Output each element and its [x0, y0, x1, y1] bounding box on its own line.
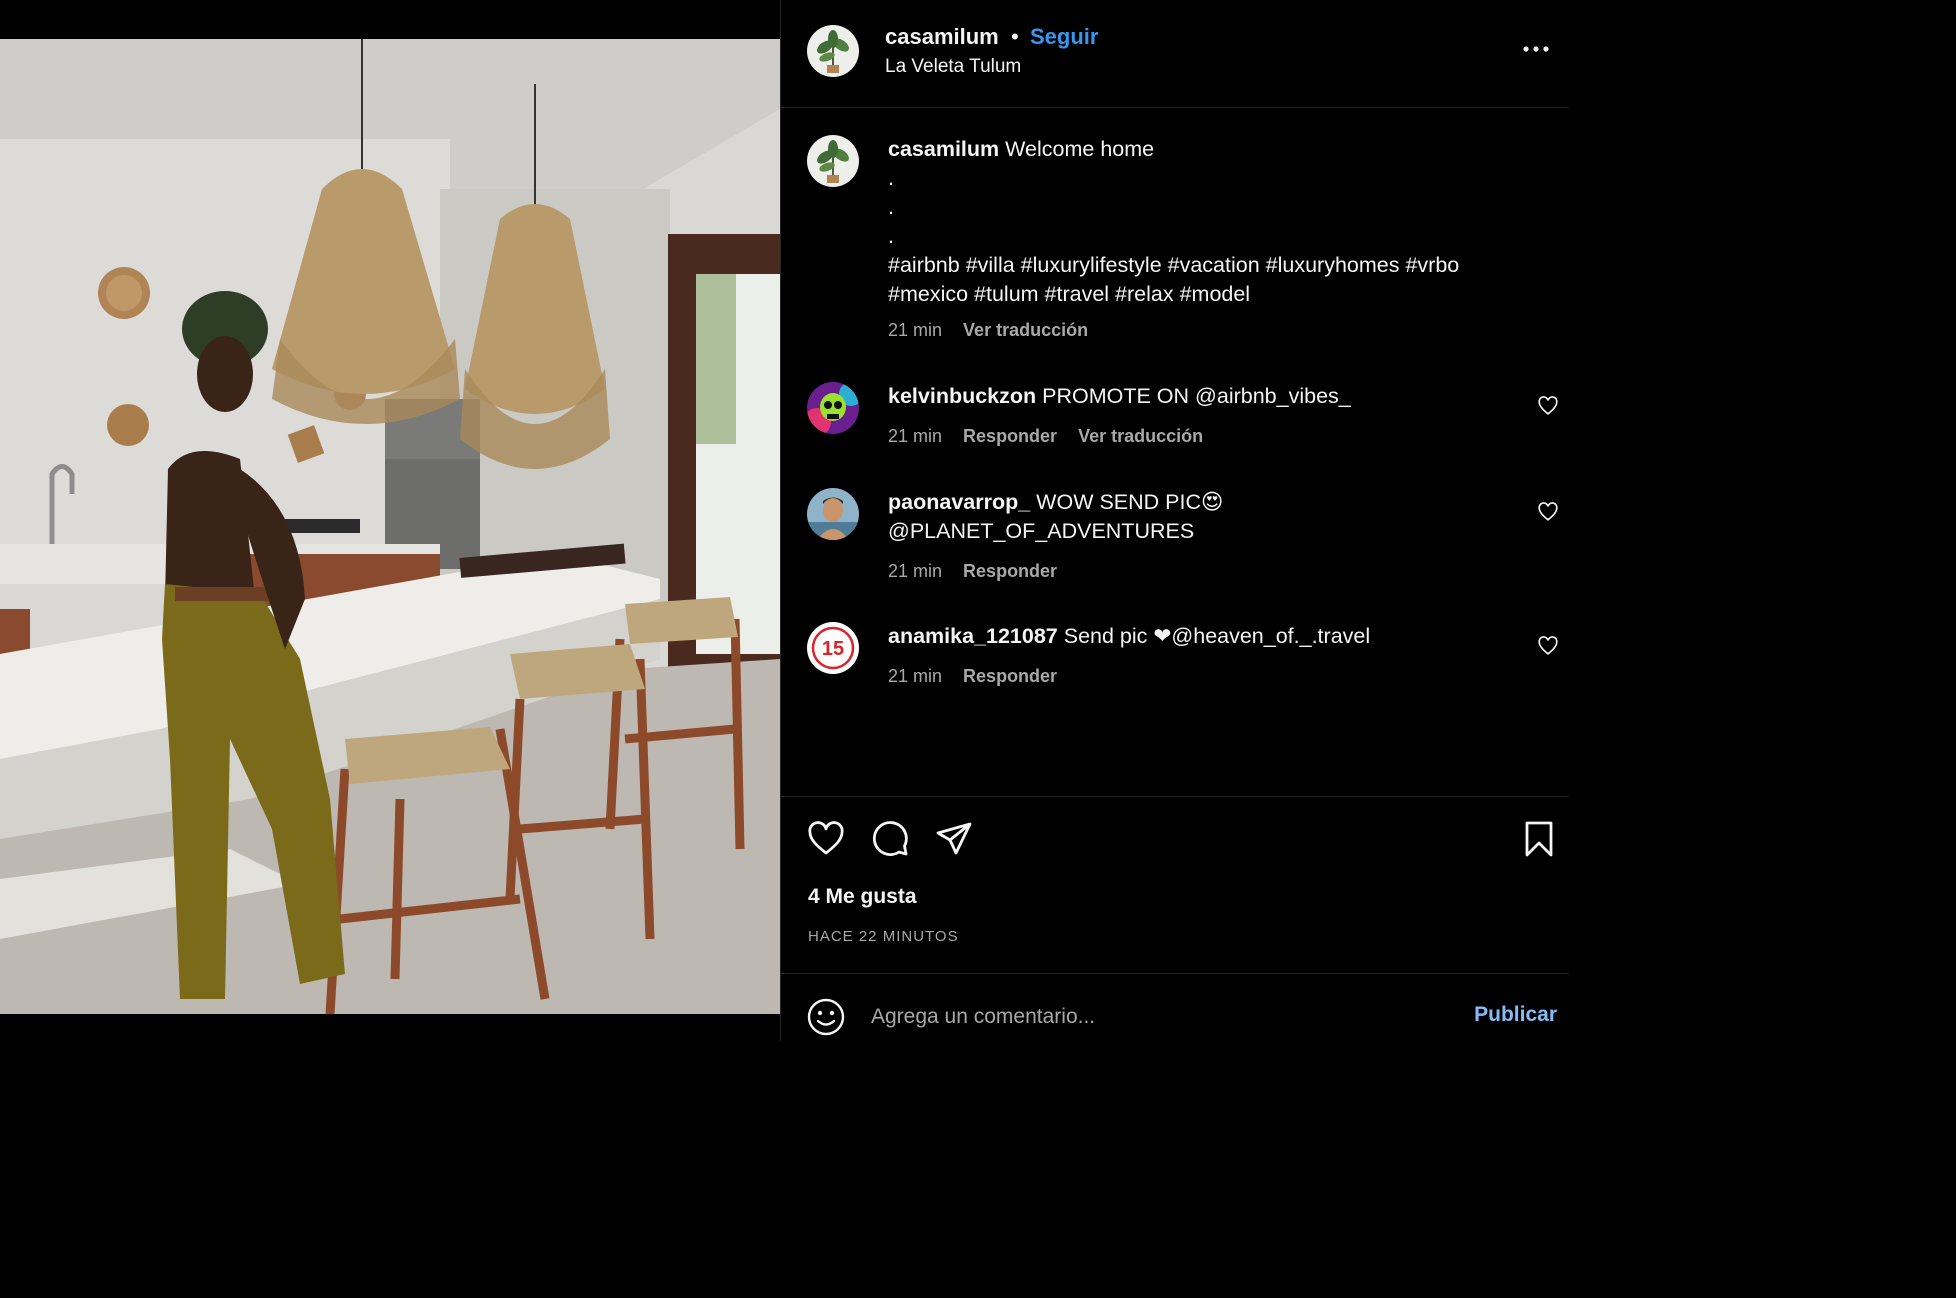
kitchen-photo-illustration [0, 39, 780, 1014]
avatar[interactable] [807, 25, 859, 77]
emoji-icon[interactable] [806, 997, 846, 1037]
caption-hashtags[interactable]: #airbnb #villa #luxurylifestyle #vacatio… [888, 251, 1528, 280]
heart-icon[interactable] [1537, 635, 1559, 657]
comment-body: anamika_121087 Send pic ❤@heaven_of._.tr… [888, 622, 1528, 651]
heart-icon[interactable] [806, 819, 846, 859]
reply-button[interactable]: Responder [963, 426, 1057, 446]
publish-button[interactable]: Publicar [1474, 1003, 1557, 1027]
comment-text: Send pic ❤@heaven_of._.travel [1063, 624, 1371, 648]
comment-meta: 21 min Responder [888, 561, 1073, 582]
post-photo[interactable] [0, 39, 780, 1014]
separator-dot: • [1011, 24, 1019, 49]
comment-meta: 21 min Responder [888, 666, 1073, 687]
post-location[interactable]: La Veleta Tulum [885, 56, 1021, 78]
bookmark-icon[interactable] [1519, 819, 1559, 859]
caption-username[interactable]: casamilum [888, 137, 999, 161]
heart-icon[interactable] [1537, 501, 1559, 523]
caption-text: Welcome home [1005, 137, 1155, 161]
post-actions: 4 Me gusta HACE 22 MINUTOS [781, 796, 1569, 974]
comment-meta: 21 min Responder Ver traducción [888, 426, 1219, 447]
comment-time: 21 min [888, 426, 943, 446]
caption-dot-line: . [888, 224, 894, 248]
caption-dot-line: . [888, 195, 894, 219]
post-timestamp: HACE 22 MINUTOS [808, 928, 959, 945]
comment-username[interactable]: kelvinbuckzon [888, 384, 1036, 408]
comments-list[interactable]: casamilum Welcome home . . . #airbnb #vi… [781, 108, 1569, 796]
avatar[interactable] [807, 488, 859, 540]
kelvinbuckzon-avatar-image [807, 382, 859, 434]
caption-dot-line: . [888, 166, 894, 190]
heart-icon[interactable] [1537, 395, 1559, 417]
reply-button[interactable]: Responder [963, 666, 1057, 686]
paonavarrop-avatar-image [807, 488, 859, 540]
avatar[interactable] [807, 135, 859, 187]
comment-username[interactable]: anamika_121087 [888, 624, 1058, 648]
avatar-badge-number: 15 [822, 638, 844, 660]
avatar[interactable] [807, 382, 859, 434]
post-author-username[interactable]: casamilum [885, 24, 999, 50]
post-header: casamilum • Seguir La Veleta Tulum [781, 0, 1569, 108]
comment-text: PROMOTE ON @airbnb_vibes_ [1042, 384, 1351, 408]
caption-body: casamilum Welcome home . . . #airbnb #vi… [888, 135, 1528, 309]
comment-time: 21 min [888, 666, 943, 686]
follow-button[interactable]: Seguir [1030, 24, 1098, 50]
comment-username[interactable]: paonavarrop_ [888, 490, 1030, 514]
likes-count[interactable]: 4 Me gusta [808, 885, 917, 909]
post-media-area [0, 0, 780, 1041]
caption-meta: 21 min Ver traducción [888, 320, 1104, 341]
comment-composer: Publicar [781, 975, 1569, 1041]
avatar[interactable]: 15 [807, 622, 859, 674]
comment-body: paonavarrop_ WOW SEND PIC😍 @PLANET_OF_AD… [888, 488, 1528, 546]
anamika-avatar-image: 15 [807, 622, 859, 674]
comment-input[interactable] [871, 1001, 1431, 1033]
caption-hashtags[interactable]: #mexico #tulum #travel #relax #model [888, 280, 1528, 309]
translate-button[interactable]: Ver traducción [1078, 426, 1203, 446]
comment-body: kelvinbuckzon PROMOTE ON @airbnb_vibes_ [888, 382, 1528, 411]
caption-time: 21 min [888, 320, 943, 340]
reply-button[interactable]: Responder [963, 561, 1057, 581]
comment-time: 21 min [888, 561, 943, 581]
share-icon[interactable] [934, 819, 974, 859]
comment-icon[interactable] [870, 819, 910, 859]
casamilum-avatar-image [807, 135, 859, 187]
translate-button[interactable]: Ver traducción [963, 320, 1088, 340]
casamilum-avatar-image [807, 25, 859, 77]
more-horizontal-icon[interactable] [1521, 34, 1551, 64]
post-side-panel: casamilum • Seguir La Veleta Tulum casam… [780, 0, 1569, 1041]
